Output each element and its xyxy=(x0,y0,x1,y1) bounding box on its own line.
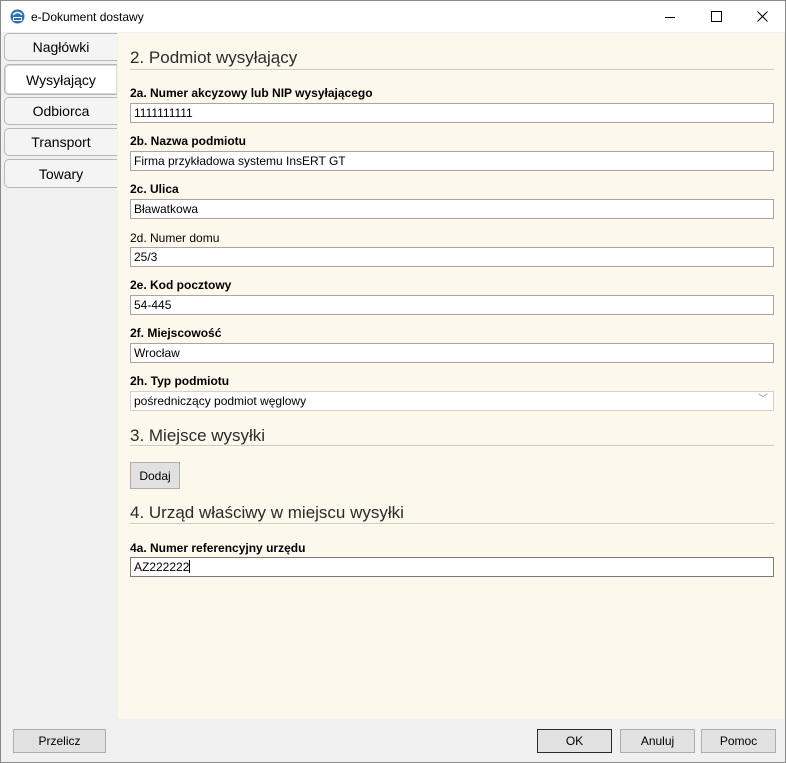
tab-wysylajacy[interactable]: Wysyłający xyxy=(4,64,117,95)
window-title: e-Dokument dostawy xyxy=(31,10,144,24)
field-label-2f: 2f. Miejscowość xyxy=(130,326,222,340)
field-label-2c: 2c. Ulica xyxy=(130,182,179,196)
tab-naglowki[interactable]: Nagłówki xyxy=(4,33,117,61)
house-number-input[interactable]: 25/3 xyxy=(130,247,774,267)
maximize-button[interactable] xyxy=(693,1,739,32)
tab-odbiorca[interactable]: Odbiorca xyxy=(4,97,117,125)
city-input[interactable]: Wrocław xyxy=(130,343,774,363)
section-divider xyxy=(130,69,774,71)
maximize-icon xyxy=(710,11,722,22)
title-bar: e-Dokument dostawy xyxy=(1,1,785,32)
office-reference-value: AZ222222 xyxy=(134,560,190,574)
tab-label: Odbiorca xyxy=(32,103,90,119)
dialog-window: e-Dokument dostawy Nagłówki Wysyłający O… xyxy=(0,0,786,763)
add-location-button[interactable]: Dodaj xyxy=(130,462,180,489)
field-label-2d: 2d. Numer domu xyxy=(130,231,220,245)
ok-button[interactable]: OK xyxy=(537,729,612,753)
recalculate-button[interactable]: Przelicz xyxy=(13,729,106,753)
tab-transport[interactable]: Transport xyxy=(4,128,117,156)
entity-type-dropdown[interactable]: pośredniczący podmiot węglowy ﹀ xyxy=(130,391,774,411)
section-title-miejsce: 3. Miejsce wysyłki xyxy=(130,426,266,445)
chevron-down-icon: ﹀ xyxy=(758,394,768,405)
tab-label: Wysyłający xyxy=(26,71,96,88)
close-button[interactable] xyxy=(739,1,785,32)
cancel-button[interactable]: Anuluj xyxy=(620,729,695,753)
field-label-2a: 2a. Numer akcyzowy lub NIP wysyłającego xyxy=(130,86,373,100)
help-button[interactable]: Pomoc xyxy=(701,729,776,753)
minimize-button[interactable] xyxy=(647,1,693,32)
tab-label: Transport xyxy=(31,134,91,150)
entity-type-value: pośredniczący podmiot węglowy xyxy=(134,394,307,408)
tab-label: Nagłówki xyxy=(32,39,90,55)
entity-name-input[interactable]: Firma przykładowa systemu InsERT GT xyxy=(130,151,774,171)
postal-code-input[interactable]: 54-445 xyxy=(130,295,774,315)
close-icon xyxy=(756,11,768,22)
field-label-4a: 4a. Numer referencyjny urzędu xyxy=(130,541,306,555)
excise-number-input[interactable]: 1111111111 xyxy=(130,103,774,123)
section-divider xyxy=(130,523,774,525)
tab-label: Towary xyxy=(38,165,84,182)
section-title-urzad: 4. Urząd właściwy w miejscu wysyłki xyxy=(130,503,404,522)
tab-towary[interactable]: Towary xyxy=(4,159,117,188)
minimize-icon xyxy=(665,16,675,18)
street-input[interactable]: Bławatkowa xyxy=(130,199,774,219)
office-reference-input[interactable]: AZ222222 xyxy=(130,557,774,577)
text-caret xyxy=(189,560,191,573)
section-divider xyxy=(130,445,774,447)
form-panel: 2. Podmiot wysyłający 2a. Numer akcyzowy… xyxy=(118,33,784,719)
field-label-2b: 2b. Nazwa podmiotu xyxy=(130,134,247,148)
field-label-2h: 2h. Typ podmiotu xyxy=(130,374,230,388)
field-label-2e: 2e. Kod pocztowy xyxy=(130,278,232,292)
section-title-podmiot: 2. Podmiot wysyłający xyxy=(130,48,298,67)
app-icon xyxy=(10,9,25,24)
